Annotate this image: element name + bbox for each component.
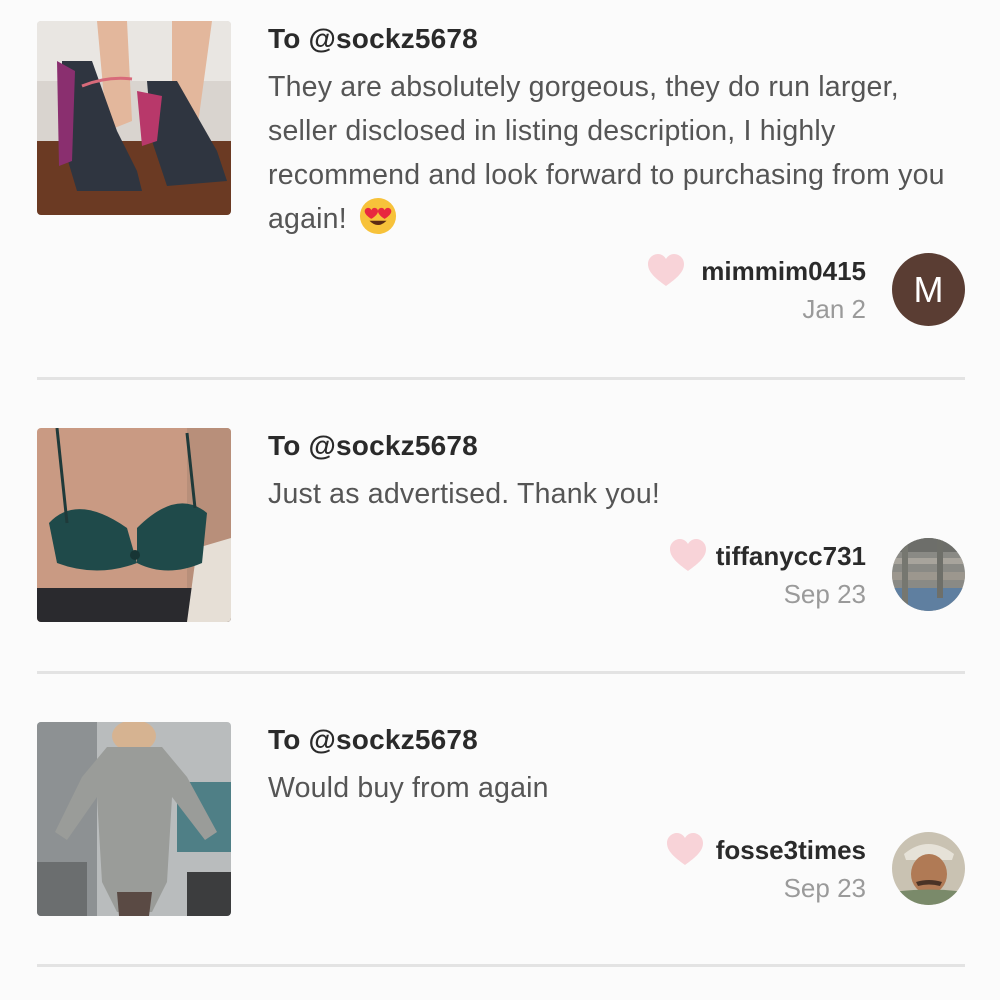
- bra-image: [37, 428, 231, 622]
- review-recipient: To @sockz5678: [268, 23, 478, 54]
- review-recipient: To @sockz5678: [268, 430, 478, 461]
- user-avatar[interactable]: [892, 538, 965, 611]
- user-avatar[interactable]: [892, 832, 965, 905]
- review-date: Jan 2: [802, 294, 866, 324]
- review-photo-bodysuit[interactable]: [37, 722, 231, 916]
- review-date: Sep 23: [783, 873, 866, 903]
- review-date: Sep 23: [783, 579, 866, 609]
- like-heart-icon[interactable]: [647, 253, 685, 287]
- review-comment-text: Just as advertised. Thank you!: [268, 478, 661, 510]
- review-author: fosse3times Sep 23: [716, 832, 866, 908]
- divider: [37, 377, 965, 380]
- review-username[interactable]: fosse3times: [716, 832, 866, 868]
- review-comment: They are absolutely gorgeous, they do ru…: [268, 65, 958, 241]
- like-heart-icon[interactable]: [666, 832, 704, 866]
- avatar-image: [892, 832, 965, 905]
- review-username[interactable]: mimmim0415: [701, 253, 866, 289]
- divider: [37, 671, 965, 674]
- user-avatar[interactable]: M: [892, 253, 965, 326]
- review-recipient: To @sockz5678: [268, 724, 478, 755]
- review-photo-heels[interactable]: [37, 21, 231, 215]
- heart-eyes-emoji-icon: [359, 197, 397, 235]
- review-comment: Would buy from again: [268, 766, 958, 810]
- like-heart-icon[interactable]: [669, 538, 707, 572]
- heels-image: [37, 21, 231, 215]
- review-comment-text: Would buy from again: [268, 772, 549, 804]
- bodysuit-image: [37, 722, 231, 916]
- review-username[interactable]: tiffanycc731: [716, 538, 866, 574]
- review-author: mimmim0415 Jan 2: [701, 253, 866, 329]
- review-comment: Just as advertised. Thank you!: [268, 472, 958, 516]
- avatar-image: [892, 538, 965, 611]
- divider: [37, 964, 965, 967]
- review-photo-bra[interactable]: [37, 428, 231, 622]
- review-author: tiffanycc731 Sep 23: [716, 538, 866, 614]
